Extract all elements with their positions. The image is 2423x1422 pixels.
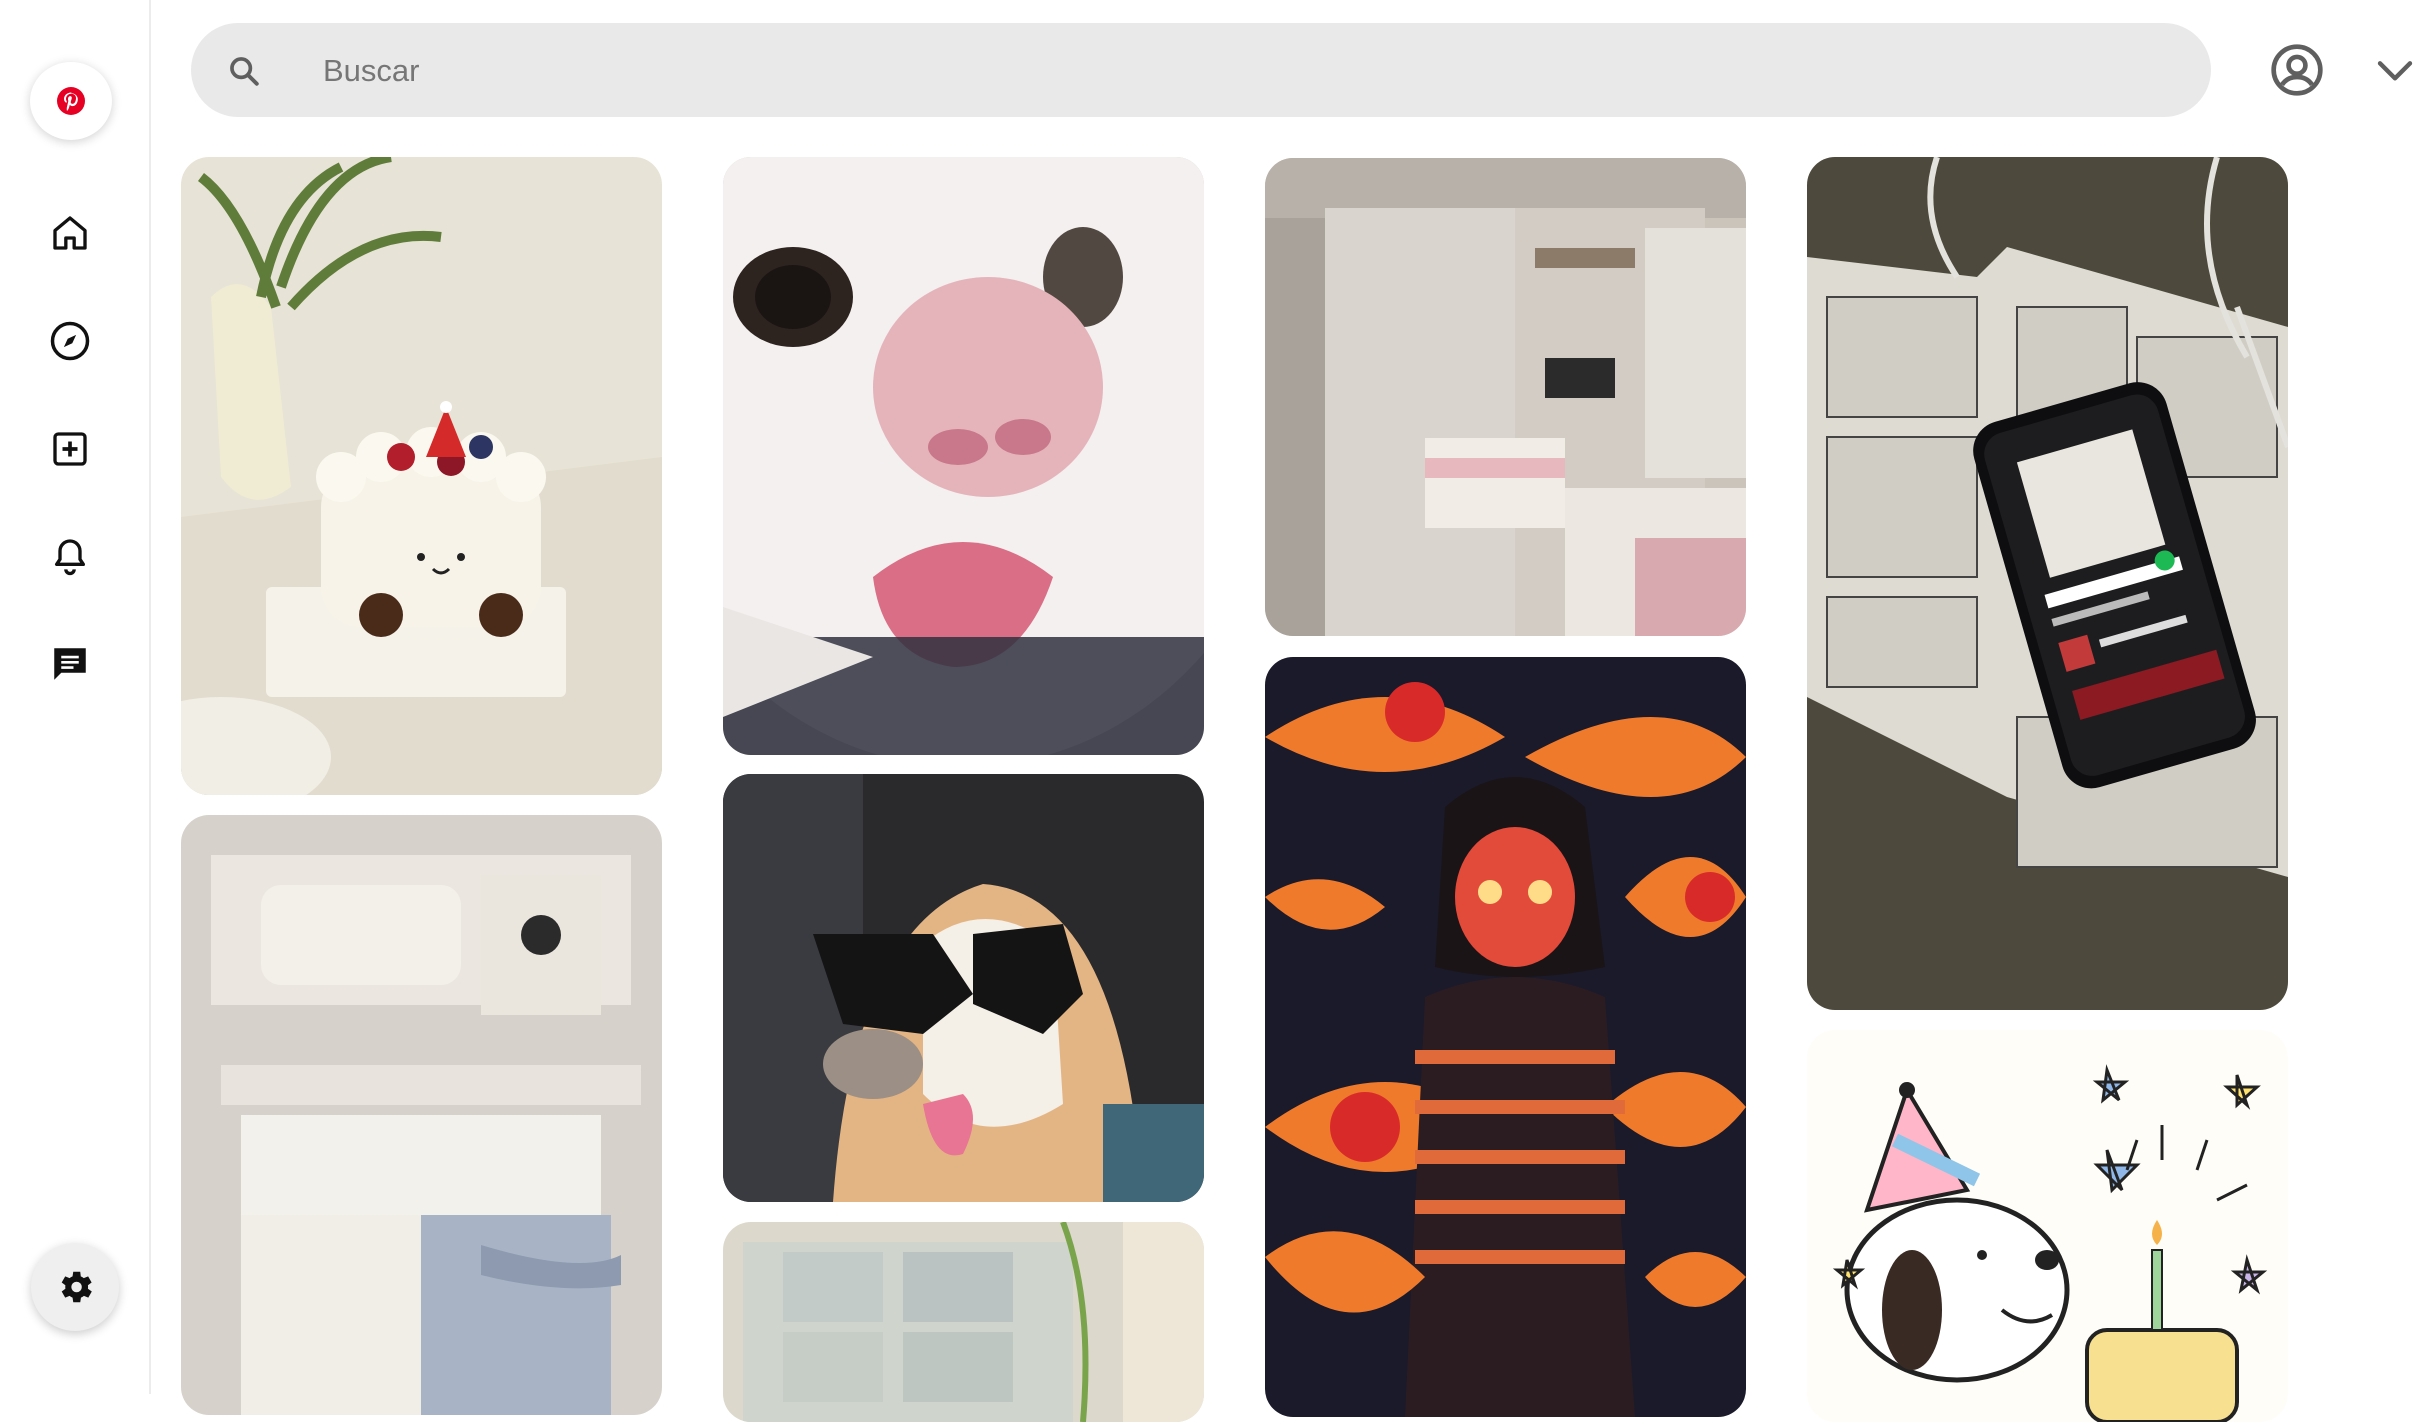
- pin-anime-girl-art[interactable]: [1265, 657, 1746, 1417]
- search-input[interactable]: [321, 23, 2125, 119]
- pinterest-logo-icon: [57, 87, 85, 115]
- pin-image: [723, 774, 1204, 1202]
- pin-image: [181, 815, 662, 1415]
- settings-button[interactable]: [31, 1243, 119, 1331]
- sidebar-item-messages[interactable]: [46, 640, 94, 688]
- notifications-icon: [55, 539, 86, 576]
- pinterest-logo-button[interactable]: [30, 62, 112, 140]
- pin-manga-phone[interactable]: [1807, 157, 2288, 1010]
- pin-cat-closeup[interactable]: [723, 157, 1204, 755]
- pin-image: [1265, 657, 1746, 1417]
- sidebar-item-notifications[interactable]: [46, 532, 94, 580]
- home-icon: [53, 216, 87, 250]
- pin-bedroom-wardrobe[interactable]: [1265, 158, 1746, 636]
- pin-snoopy-birthday[interactable]: [1807, 1030, 2288, 1422]
- pin-image: [723, 1222, 1204, 1422]
- gear-icon: [61, 1271, 92, 1303]
- pin-calendar-wall[interactable]: [723, 1222, 1204, 1422]
- search-bar[interactable]: [191, 23, 2211, 119]
- pin-dog-sunglasses[interactable]: [723, 774, 1204, 1202]
- chevron-down-icon[interactable]: [2375, 54, 2415, 86]
- pin-cake[interactable]: [181, 157, 662, 795]
- create-icon: [53, 432, 87, 466]
- sidebar: [0, 0, 151, 1394]
- messages-icon: [54, 648, 86, 680]
- pin-image: [1807, 1030, 2288, 1422]
- sidebar-item-create[interactable]: [46, 425, 94, 473]
- header: [151, 0, 2423, 151]
- pin-image: [1807, 157, 2288, 1010]
- sidebar-item-explore[interactable]: [46, 317, 94, 365]
- search-icon: [230, 57, 259, 86]
- pin-bedroom-aerial[interactable]: [181, 815, 662, 1415]
- pin-image: [1265, 158, 1746, 636]
- explore-icon: [50, 321, 90, 361]
- pin-image: [181, 157, 662, 795]
- pin-image: [723, 157, 1204, 755]
- sidebar-item-home[interactable]: [46, 209, 94, 257]
- account-icon[interactable]: [2269, 42, 2325, 98]
